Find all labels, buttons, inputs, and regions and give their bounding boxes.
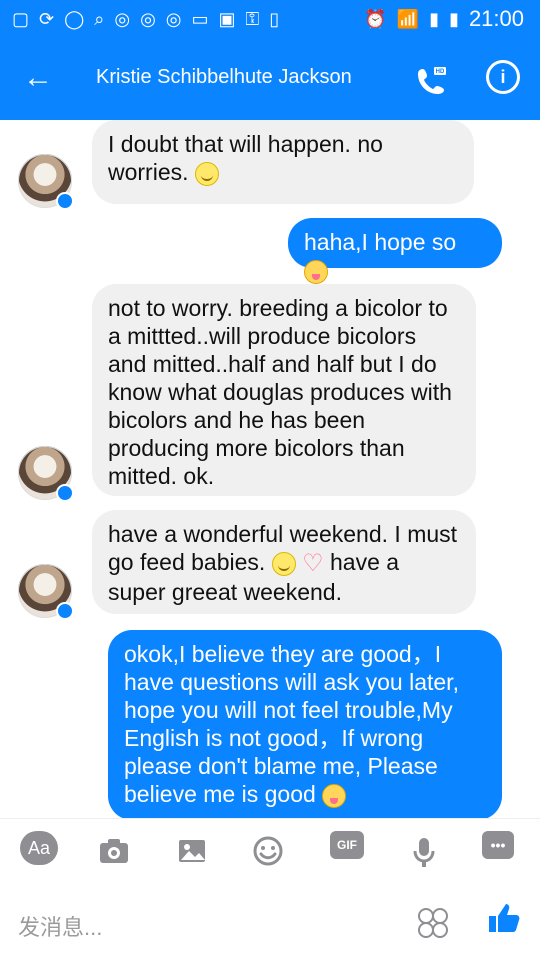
message-bubble-4: have a wonderful weekend. I must go feed… [92,510,476,614]
battery-small-icon: ▭ [191,8,209,29]
smile-emoji-icon [194,161,219,186]
weibo-icon: ◎ [140,8,156,29]
smile-emoji-icon [271,551,296,576]
message-bubble-1: I doubt that will happen. no worries. [92,120,474,204]
message-text: haha,I hope so [304,229,457,255]
message-text: not to worry. breeding a bicolor to a mi… [108,295,452,489]
tongue-emoji-icon [322,783,347,808]
like-thumb-icon[interactable] [486,900,522,936]
chat-area[interactable]: I doubt that will happen. no worries. ha… [0,120,540,820]
sim-icon: ▢ [12,8,30,29]
sync-icon: ⟳ [39,8,55,29]
conversation-title: Kristie Schibbelhute Jackson [96,66,352,88]
grin-emoji-icon [304,259,328,284]
contact-avatar [18,154,74,210]
weibo-icon: ◎ [165,8,182,29]
gif-button[interactable]: GIF [330,831,364,859]
heart-emoji-icon: ♡ [302,549,324,577]
contact-avatar [18,446,74,502]
message-text: I doubt that will happen. no worries. [108,131,383,185]
composer: 发消息... [0,882,540,960]
emoji-faces-icon[interactable] [416,906,450,940]
circle-icon: ◯ [64,8,85,29]
search-icon: ⌕ [94,8,105,29]
signal-icon: ▮ [429,8,440,29]
status-left-icons: ▢ ⟳ ◯ ⌕ ◎ ◎ ◎ ▭ ▣ ⚿ ▯ [0,9,279,30]
text-format-button[interactable]: Aa [20,831,58,865]
weibo-icon: ◎ [114,8,131,29]
message-bubble-5: okok,I believe they are good，I have ques… [108,630,502,820]
back-arrow-icon[interactable]: ← [20,60,56,96]
key-icon: ⚿ [245,8,260,29]
svg-text:HD: HD [436,69,445,75]
image-icon: ▣ [218,8,236,29]
wifi-icon: 📶 [396,8,420,29]
message-input[interactable]: 发消息... [18,910,102,942]
microphone-icon[interactable] [404,831,444,871]
more-options-button[interactable]: ••• [482,831,514,859]
hd-call-icon[interactable]: HD [414,62,450,98]
message-text: okok,I believe they are good，I have ques… [124,641,459,807]
info-icon[interactable]: i [486,60,520,94]
gallery-icon[interactable] [172,831,212,871]
battery-icon: ▮ [449,8,459,29]
messenger-badge-icon [56,602,74,620]
app-header: ← Kristie Schibbelhute Jackson HD i [0,38,540,120]
message-bubble-3: not to worry. breeding a bicolor to a mi… [92,284,476,496]
composer-toolbar: Aa GIF ••• [0,818,540,883]
phone-icon: ▯ [269,8,280,29]
contact-avatar [18,564,74,620]
alarm-icon: ⏰ [364,8,387,29]
sticker-smile-icon[interactable] [248,831,288,871]
message-bubble-2: haha,I hope so [288,218,502,284]
messenger-badge-icon [56,192,74,210]
status-time: 21:00 [468,6,524,31]
camera-icon[interactable] [94,831,134,871]
status-bar: ▢ ⟳ ◯ ⌕ ◎ ◎ ◎ ▭ ▣ ⚿ ▯ ⏰ 📶 ▮ ▮ 21:00 [0,0,540,38]
status-right-icons: ⏰ 📶 ▮ ▮ 21:00 [364,0,524,38]
messenger-badge-icon [56,484,74,502]
